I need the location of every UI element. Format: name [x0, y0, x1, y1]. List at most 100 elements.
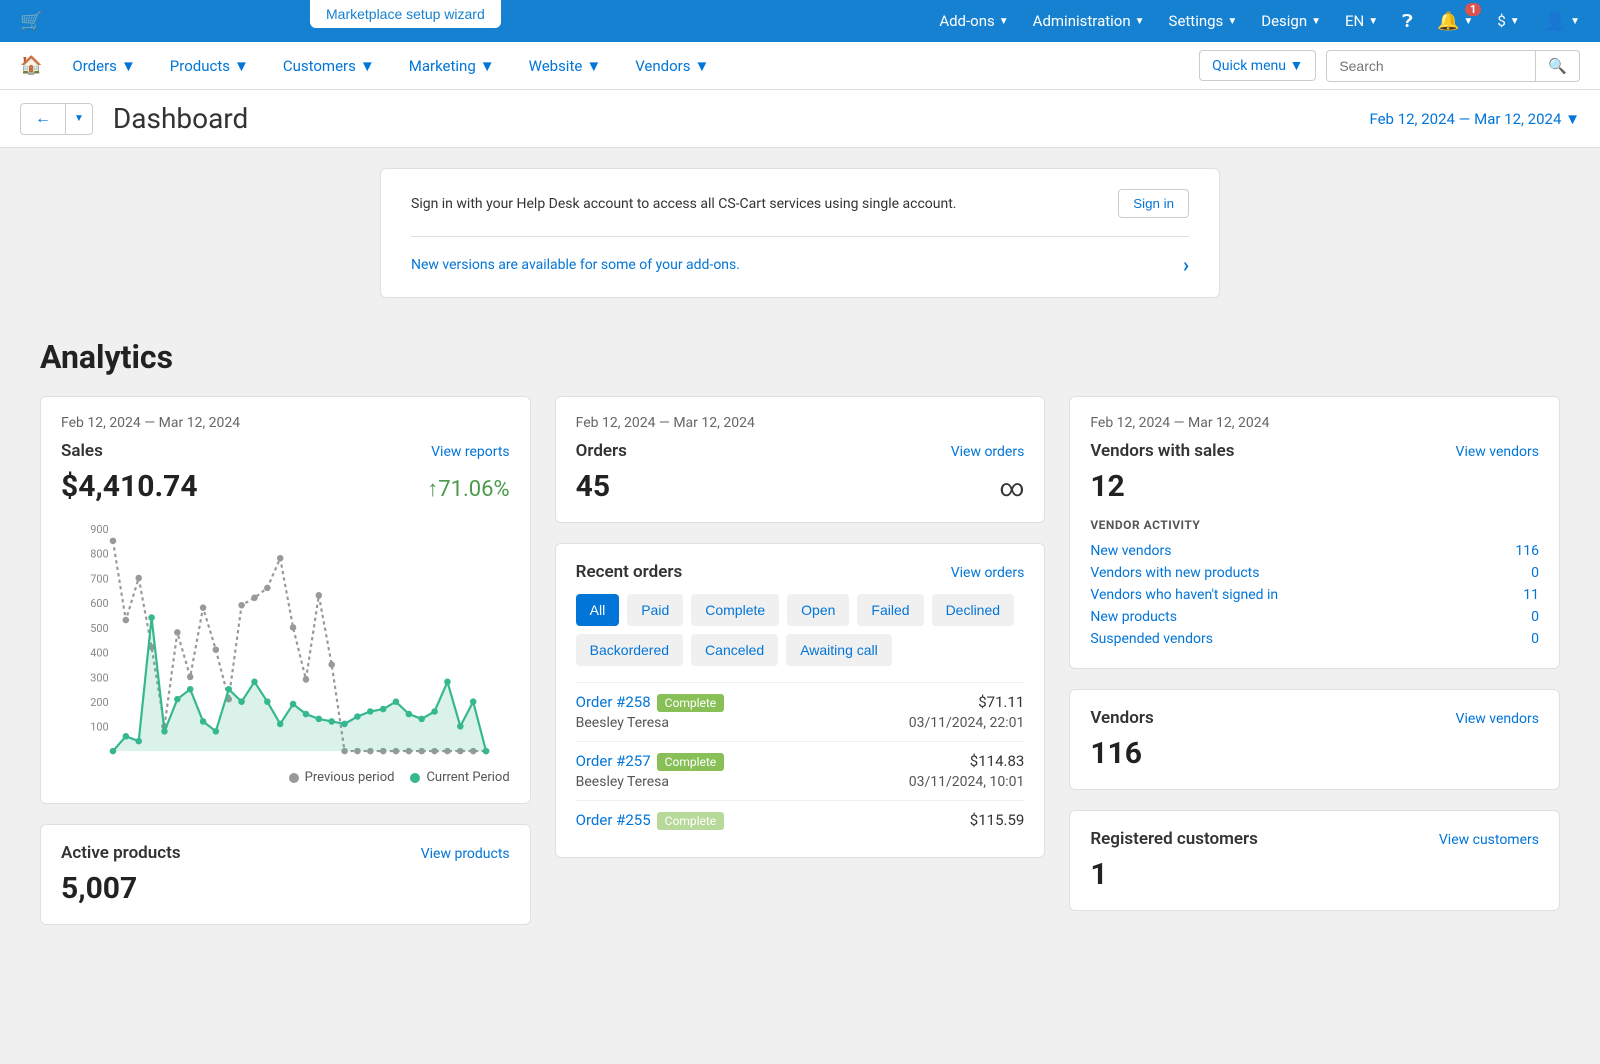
view-vendors-link[interactable]: View vendors: [1456, 711, 1539, 727]
view-reports-link[interactable]: View reports: [431, 444, 510, 460]
view-vendors-link[interactable]: View vendors: [1456, 444, 1539, 460]
caret-down-icon: ▼: [586, 57, 601, 75]
activity-count: 0: [1531, 565, 1539, 581]
caret-down-icon: ▼: [480, 57, 495, 75]
activity-link[interactable]: New vendors: [1090, 543, 1171, 559]
vendor-activity-list: New vendors116Vendors with new products0…: [1090, 540, 1539, 650]
activity-link[interactable]: Suspended vendors: [1090, 631, 1213, 647]
svg-text:300: 300: [90, 671, 108, 684]
signin-button[interactable]: Sign in: [1118, 189, 1189, 218]
order-link[interactable]: Order #258: [576, 693, 651, 711]
period-label: Feb 12, 2024 — Mar 12, 2024: [576, 415, 1025, 431]
topbar-settings-label: Settings: [1169, 12, 1224, 30]
vendors-sales-value: 12: [1090, 469, 1124, 504]
legend-dot-icon: [410, 773, 420, 783]
customers-title: Registered customers: [1090, 829, 1258, 849]
nav-vendors-label: Vendors: [635, 57, 690, 75]
sales-value: $4,410.74: [61, 469, 198, 504]
nav-customers-label: Customers: [283, 57, 356, 75]
nav-marketing[interactable]: Marketing ▼: [409, 57, 495, 75]
nav-orders[interactable]: Orders ▼: [72, 57, 135, 75]
sales-chart: 100200300400500600700800900 Previous per…: [61, 522, 510, 785]
wizard-button[interactable]: Marketplace setup wizard: [310, 0, 501, 28]
bell-icon: 🔔: [1437, 11, 1459, 32]
home-icon[interactable]: 🏠: [20, 55, 42, 76]
topbar-settings[interactable]: Settings ▼: [1169, 12, 1238, 30]
activity-link[interactable]: Vendors who haven't signed in: [1090, 587, 1278, 603]
activity-link[interactable]: Vendors with new products: [1090, 565, 1259, 581]
nav-customers[interactable]: Customers ▼: [283, 57, 375, 75]
help-icon[interactable]: ❓︎: [1402, 11, 1413, 32]
caret-down-icon: ▼: [1289, 58, 1303, 74]
svg-text:200: 200: [90, 696, 108, 709]
activity-count: 0: [1531, 631, 1539, 647]
vendors-value: 116: [1090, 736, 1142, 771]
svg-text:600: 600: [90, 597, 108, 610]
order-link[interactable]: Order #255: [576, 811, 651, 829]
view-customers-link[interactable]: View customers: [1439, 832, 1539, 848]
addons-update-link[interactable]: New versions are available for some of y…: [411, 257, 740, 273]
svg-text:900: 900: [90, 523, 108, 536]
topbar-currency[interactable]: $ ▼: [1497, 12, 1519, 30]
caret-down-icon: ▼: [1510, 16, 1520, 27]
filter-pill-failed[interactable]: Failed: [857, 594, 923, 626]
activity-row: Suspended vendors 0: [1090, 628, 1539, 650]
topbar-design[interactable]: Design ▼: [1261, 12, 1321, 30]
svg-text:500: 500: [90, 622, 108, 635]
search-icon: 🔍: [1548, 58, 1567, 75]
topbar-addons[interactable]: Add-ons ▼: [939, 12, 1008, 30]
filter-pill-backordered[interactable]: Backordered: [576, 634, 683, 666]
status-badge: Complete: [657, 753, 725, 771]
nav-vendors[interactable]: Vendors ▼: [635, 57, 709, 75]
caret-down-icon: ▼: [1570, 16, 1580, 27]
user-menu[interactable]: 👤 ▼: [1544, 11, 1580, 32]
topbar-lang[interactable]: EN ▼: [1345, 12, 1378, 30]
filter-pill-open[interactable]: Open: [787, 594, 849, 626]
arrow-left-icon: ←: [35, 110, 51, 127]
status-badge: Complete: [657, 812, 725, 830]
filter-pill-canceled[interactable]: Canceled: [691, 634, 778, 666]
recent-orders-title: Recent orders: [576, 562, 683, 582]
search-input[interactable]: [1326, 50, 1536, 82]
activity-count: 11: [1523, 587, 1539, 603]
nav-website-label: Website: [529, 57, 583, 75]
order-date: 03/11/2024, 10:01: [909, 774, 1025, 790]
filter-pill-awaiting-call[interactable]: Awaiting call: [786, 634, 892, 666]
activity-link[interactable]: New products: [1090, 609, 1177, 625]
view-orders-link[interactable]: View orders: [951, 444, 1025, 460]
vendors-card: Vendors View vendors 116: [1069, 689, 1560, 790]
date-range-picker[interactable]: Feb 12, 2024 — Mar 12, 2024 ▼: [1369, 110, 1580, 128]
notifications-button[interactable]: 🔔 1 ▼: [1437, 11, 1473, 32]
legend-curr: Current Period: [410, 770, 509, 785]
navbar: 🏠 Orders ▼ Products ▼ Customers ▼ Market…: [0, 42, 1600, 90]
filter-pill-complete[interactable]: Complete: [691, 594, 779, 626]
back-button[interactable]: ←: [20, 103, 66, 135]
search-button[interactable]: 🔍: [1536, 50, 1580, 82]
chevron-right-icon[interactable]: ›: [1183, 253, 1189, 277]
order-link[interactable]: Order #257: [576, 752, 651, 770]
filter-pill-all[interactable]: All: [576, 594, 620, 626]
nav-website[interactable]: Website ▼: [529, 57, 602, 75]
quick-menu-button[interactable]: Quick menu ▼: [1199, 50, 1316, 81]
view-orders-link[interactable]: View orders: [951, 565, 1025, 581]
filter-pill-paid[interactable]: Paid: [627, 594, 683, 626]
caret-down-icon: ▼: [695, 57, 710, 75]
caret-down-icon: ▼: [234, 57, 249, 75]
order-customer: Beesley Teresa: [576, 715, 669, 731]
period-label: Feb 12, 2024 — Mar 12, 2024: [61, 415, 510, 431]
view-products-link[interactable]: View products: [421, 846, 510, 862]
topbar-admin-label: Administration: [1033, 12, 1131, 30]
currency-label: $: [1497, 12, 1505, 30]
cart-icon[interactable]: 🛒: [20, 11, 50, 32]
back-dropdown[interactable]: ▼: [66, 103, 93, 135]
filter-pills: AllPaidCompleteOpenFailed Declined Backord…: [576, 594, 1025, 666]
quick-menu-label: Quick menu: [1212, 58, 1286, 74]
caret-down-icon: ▼: [1311, 16, 1321, 27]
orders-card: Feb 12, 2024 — Mar 12, 2024 Orders View …: [555, 396, 1046, 523]
nav-products[interactable]: Products ▼: [170, 57, 249, 75]
filter-pill-declined[interactable]: Declined: [932, 594, 1014, 626]
info-card: Sign in with your Help Desk account to a…: [380, 168, 1220, 298]
topbar-admin[interactable]: Administration ▼: [1033, 12, 1145, 30]
sales-chart-svg: 100200300400500600700800900: [61, 522, 510, 762]
orders-infinity: ∞: [1000, 474, 1025, 502]
